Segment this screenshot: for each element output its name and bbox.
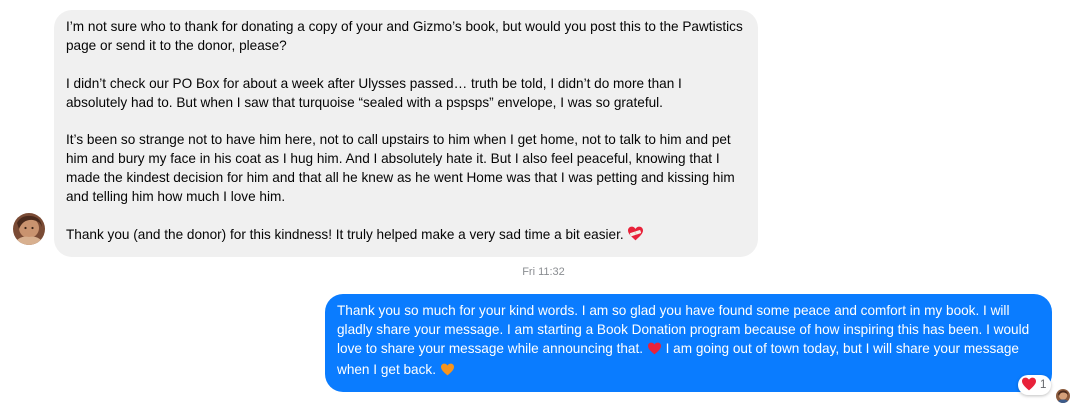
orange-heart-icon	[440, 363, 455, 382]
incoming-message-bubble[interactable]: I’m not sure who to thank for donating a…	[54, 10, 758, 257]
incoming-paragraph-3: It’s been so strange not to have him her…	[66, 132, 735, 205]
seen-by-avatar	[1056, 389, 1070, 403]
red-heart-icon	[647, 342, 662, 361]
reaction-count: 1	[1040, 379, 1047, 391]
message-timestamp: Fri 11:32	[522, 266, 565, 278]
heart-with-bandage-icon	[627, 226, 644, 247]
reaction-heart-icon	[1021, 377, 1037, 394]
message-reaction[interactable]: 1	[1018, 375, 1052, 395]
incoming-closing-text: Thank you (and the donor) for this kindn…	[66, 226, 624, 242]
chat-thread: I’m not sure who to thank for donating a…	[0, 0, 1077, 411]
incoming-paragraph-1: I’m not sure who to thank for donating a…	[66, 19, 743, 53]
incoming-paragraph-4: Thank you (and the donor) for this kindn…	[66, 226, 746, 247]
sender-avatar[interactable]	[13, 213, 45, 245]
outgoing-message-bubble[interactable]: Thank you so much for your kind words. I…	[325, 294, 1052, 392]
incoming-paragraph-2: I didn’t check our PO Box for about a we…	[66, 75, 682, 110]
